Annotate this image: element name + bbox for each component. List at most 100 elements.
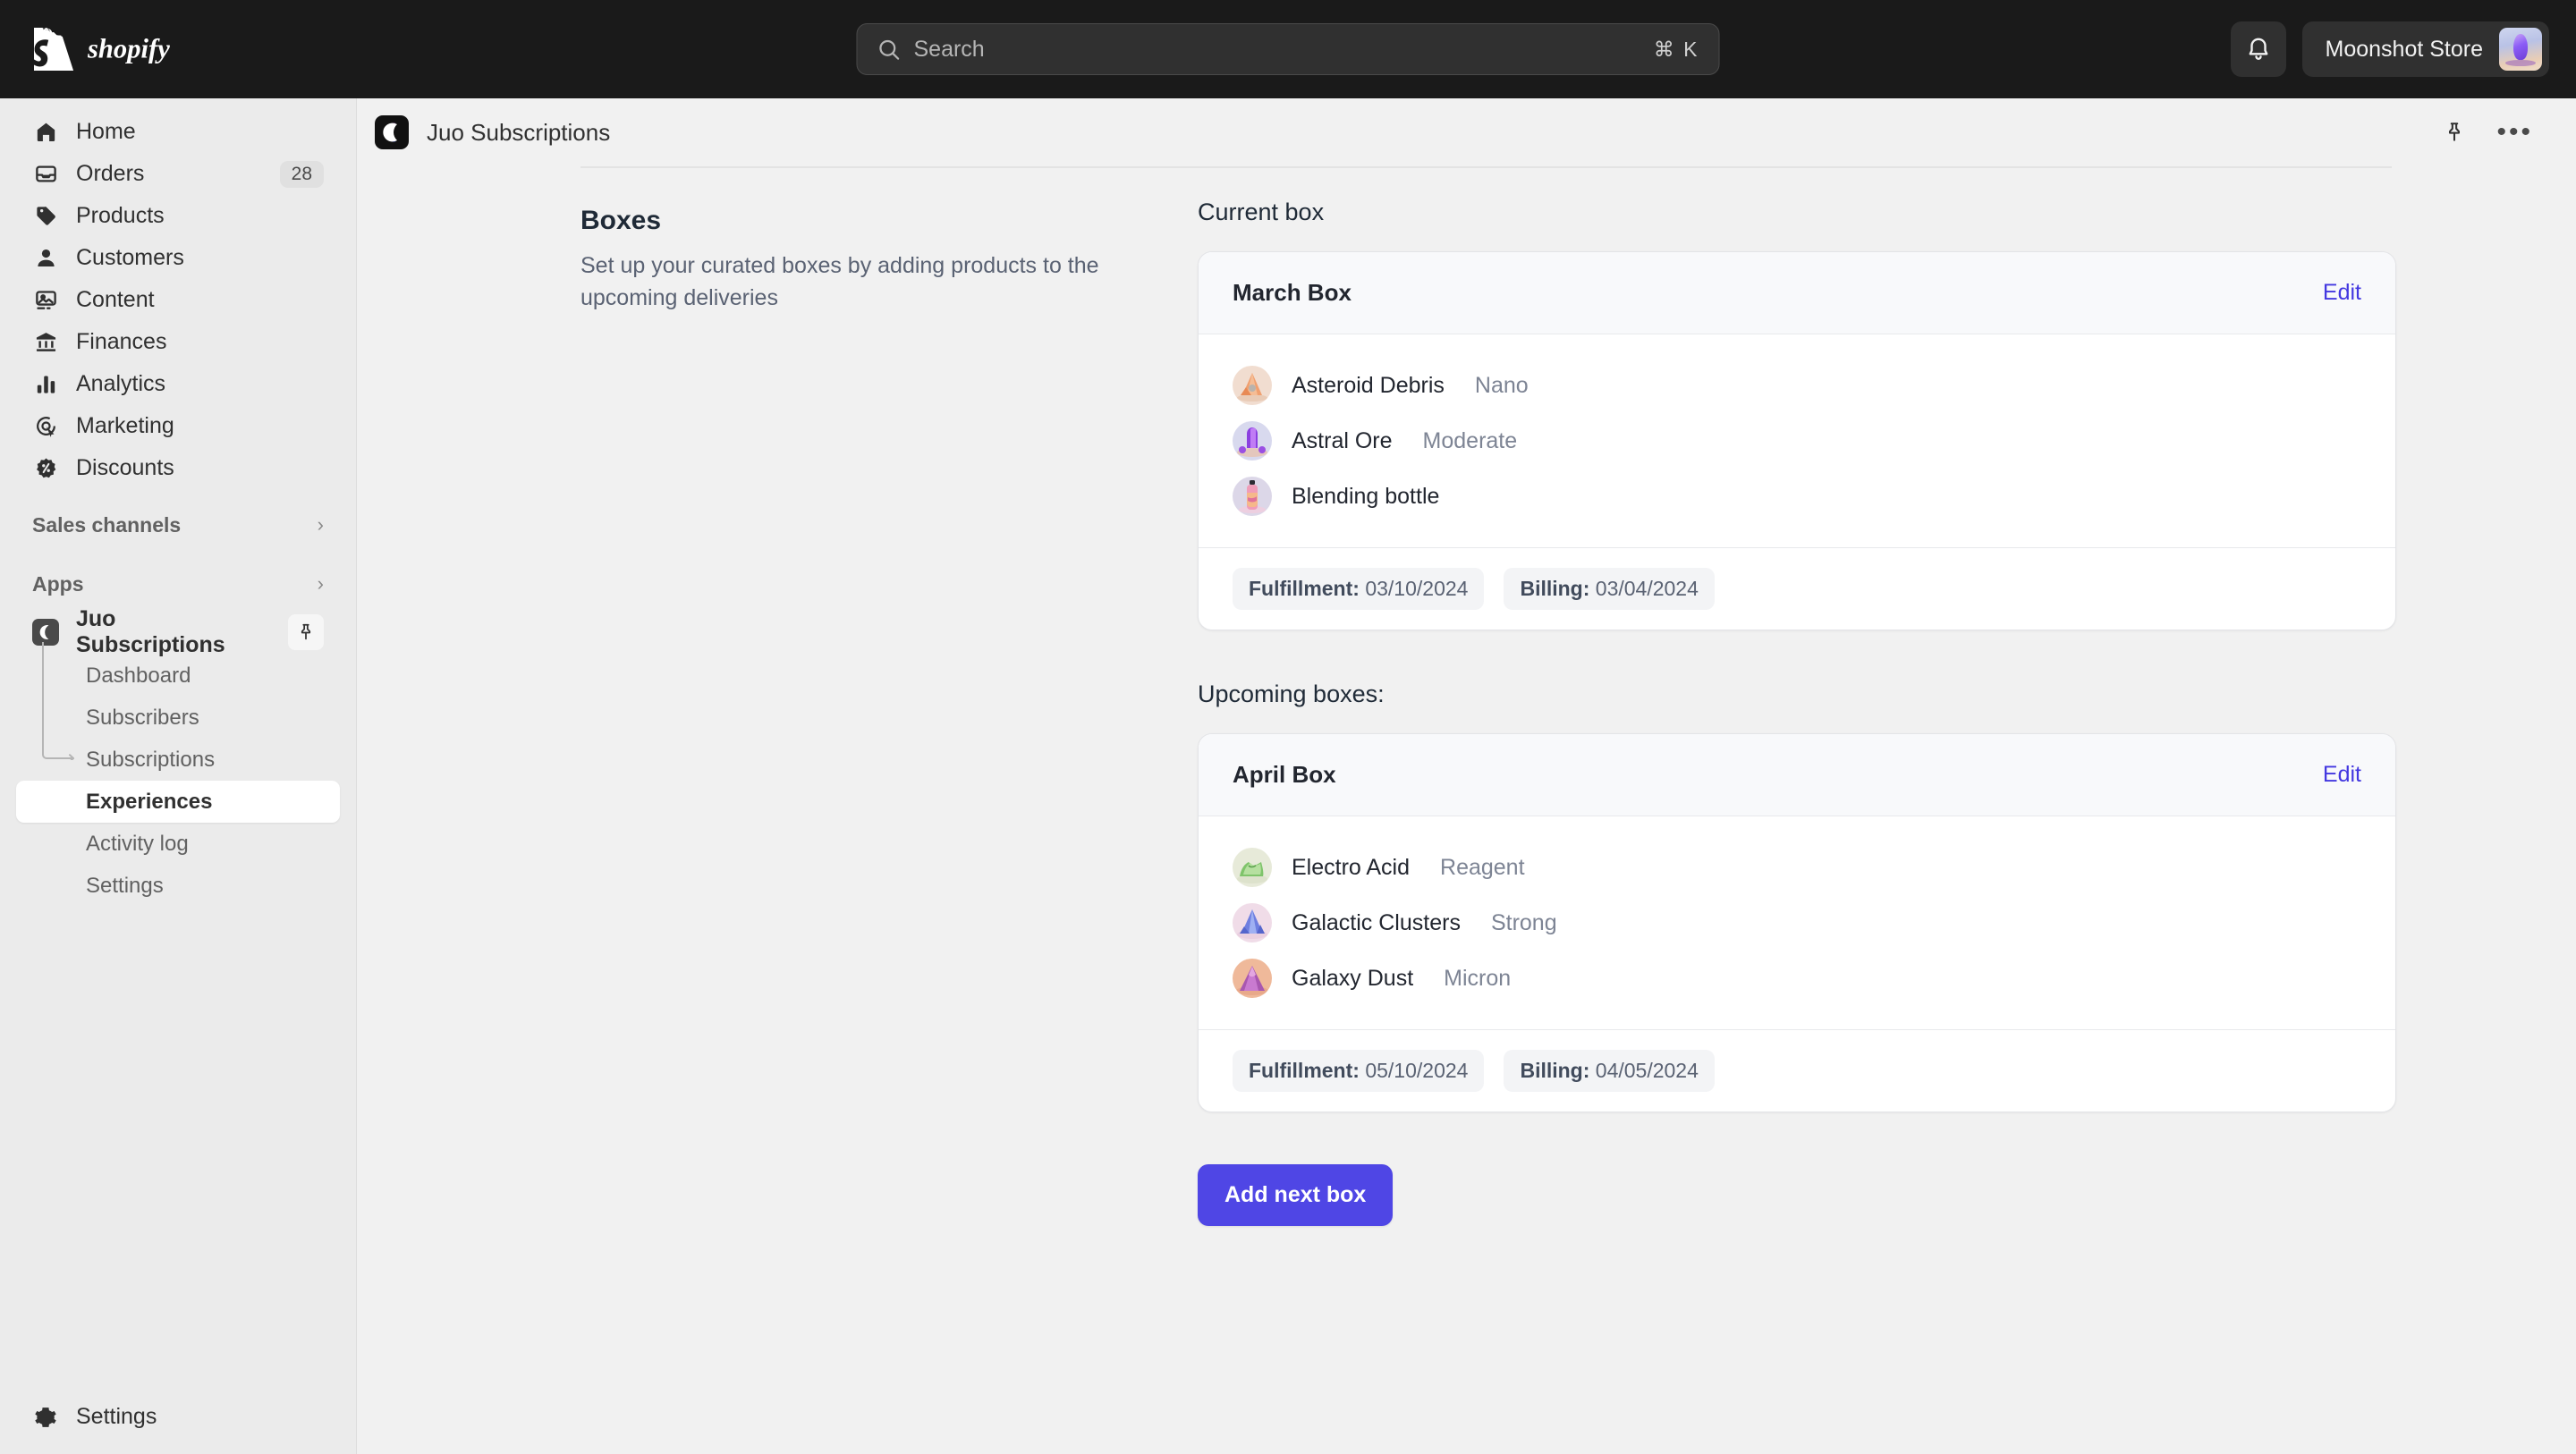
sidebar-item-dashboard[interactable]: Dashboard — [16, 655, 340, 697]
person-icon — [32, 245, 59, 272]
section-label: Apps — [32, 571, 84, 596]
gear-icon — [32, 1404, 59, 1431]
box-title: April Box — [1233, 761, 1336, 788]
list-item[interactable]: Galaxy Dust Micron — [1233, 951, 2361, 1006]
app-header-bar: Juo Subscriptions ••• — [357, 98, 2576, 166]
list-item[interactable]: Asteroid Debris Nano — [1233, 358, 2361, 413]
svg-text:shopify: shopify — [88, 34, 170, 63]
current-box-label: Current box — [1198, 199, 1325, 225]
product-thumbnail — [1233, 366, 1272, 405]
fulfillment-label: Fulfillment: — [1249, 1059, 1360, 1082]
product-variant: Reagent — [1440, 854, 1525, 880]
sidebar-item-products[interactable]: Products — [16, 195, 340, 237]
app-header-actions: ••• — [2443, 119, 2533, 146]
sidebar-section-apps[interactable]: Apps › — [16, 561, 340, 607]
sidebar-item-content[interactable]: Content — [16, 279, 340, 321]
top-bar: S shopify Search ⌘ K Moonshot Store — [0, 0, 2576, 98]
orders-count-badge: 28 — [279, 160, 324, 188]
add-next-box-button[interactable]: Add next box — [1198, 1164, 1394, 1226]
product-name: Galactic Clusters — [1292, 909, 1461, 935]
fulfillment-pill: Fulfillment: 03/10/2024 — [1233, 568, 1485, 610]
billing-label: Billing: — [1520, 1059, 1590, 1082]
product-thumbnail — [1233, 421, 1272, 461]
notifications-button[interactable] — [2230, 21, 2286, 77]
sidebar-item-orders[interactable]: Orders 28 — [16, 153, 340, 195]
sidebar-item-subscribers[interactable]: Subscribers — [16, 697, 340, 739]
sidebar-label: Analytics — [76, 371, 166, 396]
list-item[interactable]: Galactic Clusters Strong — [1233, 895, 2361, 951]
sidebar-label: Finances — [76, 329, 167, 354]
pin-icon[interactable] — [2443, 121, 2466, 144]
search-input[interactable]: Search ⌘ K — [856, 23, 1720, 75]
sidebar-section-sales-channels[interactable]: Sales channels › — [16, 502, 340, 548]
fulfillment-date: 05/10/2024 — [1365, 1059, 1469, 1082]
page-description: Set up your curated boxes by adding prod… — [580, 253, 1099, 310]
product-thumbnail — [1233, 848, 1272, 887]
billing-label: Billing: — [1520, 577, 1590, 600]
image-icon — [32, 287, 59, 314]
sidebar-label: Settings — [76, 1404, 157, 1429]
sidebar-label: Orders — [76, 161, 145, 186]
list-item[interactable]: Electro Acid Reagent — [1233, 840, 2361, 895]
sidebar-item-customers[interactable]: Customers — [16, 237, 340, 279]
product-variant: Micron — [1444, 965, 1512, 991]
target-cursor-icon — [32, 413, 59, 440]
juo-moon-icon — [32, 618, 59, 646]
store-switcher-button[interactable]: Moonshot Store — [2301, 21, 2549, 77]
sidebar: Home Orders 28 Products Customers Conten… — [0, 98, 356, 1454]
box-card-current: March Box Edit Asteroid Debris Nano Astr… — [1198, 251, 2396, 630]
product-name: Blending bottle — [1292, 483, 1440, 509]
box-card-footer: Fulfillment: 05/10/2024 Billing: 04/05/2… — [1199, 1029, 2395, 1112]
sidebar-item-discounts[interactable]: Discounts — [16, 447, 340, 489]
sidebar-item-activity-log[interactable]: Activity log — [16, 823, 340, 865]
app-header-identity: Juo Subscriptions — [375, 115, 610, 149]
box-title: March Box — [1233, 279, 1352, 306]
section-intro: Boxes Set up your curated boxes by addin… — [580, 199, 1198, 1226]
section-label: Sales channels — [32, 512, 182, 537]
product-name: Asteroid Debris — [1292, 372, 1445, 398]
sidebar-app-juo-subscriptions[interactable]: Juo Subscriptions — [16, 606, 340, 657]
product-variant: Strong — [1490, 909, 1557, 935]
scroll-content[interactable]: Boxes Set up your curated boxes by addin… — [357, 168, 2576, 1454]
sidebar-label: Customers — [76, 245, 184, 270]
sidebar-label: Discounts — [76, 455, 174, 480]
bank-icon — [32, 329, 59, 356]
product-thumbnail — [1233, 477, 1272, 516]
shopify-logo[interactable]: S shopify — [34, 28, 225, 71]
fulfillment-label: Fulfillment: — [1249, 577, 1360, 600]
juo-moon-icon — [375, 115, 409, 149]
sidebar-item-marketing[interactable]: Marketing — [16, 405, 340, 447]
bell-icon — [2249, 38, 2267, 60]
edit-box-link[interactable]: Edit — [2323, 280, 2361, 306]
pin-icon[interactable] — [288, 613, 324, 650]
avatar — [2499, 28, 2542, 71]
upcoming-boxes-label: Upcoming boxes: — [1198, 681, 1385, 707]
sidebar-item-analytics[interactable]: Analytics — [16, 363, 340, 405]
sidebar-label: Home — [76, 119, 136, 144]
billing-date: 03/04/2024 — [1595, 577, 1699, 600]
list-item[interactable]: Blending bottle — [1233, 469, 2361, 524]
sidebar-item-home[interactable]: Home — [16, 111, 340, 153]
edit-box-link[interactable]: Edit — [2323, 762, 2361, 788]
billing-pill: Billing: 03/04/2024 — [1504, 568, 1715, 610]
box-card-header: April Box Edit — [1199, 734, 2395, 816]
orders-inbox-icon — [32, 161, 59, 188]
product-thumbnail — [1233, 959, 1272, 998]
sidebar-app-subnav: Dashboard Subscribers Subscriptions Expe… — [0, 642, 356, 907]
store-name: Moonshot Store — [2325, 36, 2484, 62]
sidebar-item-experiences[interactable]: Experiences — [16, 781, 340, 823]
list-item[interactable]: Astral Ore Moderate — [1233, 413, 2361, 469]
sidebar-item-finances[interactable]: Finances — [16, 321, 340, 363]
product-variant: Moderate — [1422, 427, 1518, 453]
billing-date: 04/05/2024 — [1595, 1059, 1699, 1082]
search-shortcut: ⌘ K — [1653, 37, 1699, 61]
home-icon — [32, 119, 59, 146]
box-products-list: Asteroid Debris Nano Astral Ore Moderate… — [1199, 334, 2395, 547]
box-products-list: Electro Acid Reagent Galactic Clusters S… — [1199, 816, 2395, 1029]
sidebar-label: Content — [76, 287, 155, 312]
fulfillment-pill: Fulfillment: 05/10/2024 — [1233, 1050, 1485, 1092]
ellipsis-icon[interactable]: ••• — [2496, 119, 2533, 146]
sidebar-item-app-settings[interactable]: Settings — [16, 865, 340, 907]
chevron-right-icon: › — [317, 513, 324, 536]
sidebar-item-settings[interactable]: Settings — [16, 1396, 340, 1438]
